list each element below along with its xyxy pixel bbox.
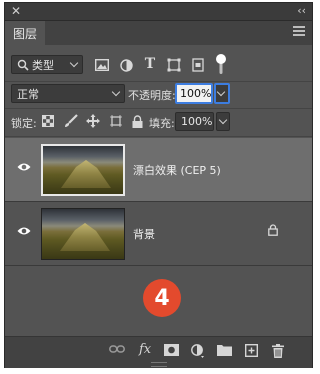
layer-thumbnail	[41, 208, 125, 260]
layer-thumbnail	[41, 144, 125, 196]
lock-position-icon[interactable]	[85, 113, 101, 129]
mask-icon[interactable]	[164, 344, 179, 356]
chevron-down-icon	[216, 87, 226, 97]
filter-type-icon[interactable]: T	[142, 56, 158, 72]
lock-label: 锁定:	[11, 117, 37, 130]
search-icon	[17, 59, 29, 71]
new-layer-icon[interactable]	[245, 344, 258, 357]
panel-menu-icon[interactable]	[293, 26, 305, 38]
step-number-badge: 4	[143, 279, 181, 317]
visibility-eye-icon[interactable]	[17, 226, 31, 239]
tab-layers[interactable]: 图层	[5, 21, 45, 45]
folder-icon[interactable]	[217, 344, 232, 356]
layer-row-selected[interactable]: 漂白效果 (CEP 5)	[5, 138, 312, 202]
filter-kind-select[interactable]: 类型	[11, 55, 83, 74]
lock-image-pixels-icon[interactable]	[63, 113, 79, 129]
layer-name[interactable]: 背景	[133, 226, 155, 242]
panel-titlebar: ✕ ‹‹	[5, 3, 312, 21]
layers-bottom-toolbar: fx	[5, 336, 312, 368]
opacity-label: 不透明度:	[128, 89, 176, 102]
filter-smart-object-icon[interactable]	[190, 57, 206, 73]
panel-tabbar: 图层	[5, 21, 312, 45]
fill-dropdown[interactable]	[216, 112, 230, 131]
filter-adjustment-icon[interactable]	[118, 57, 134, 73]
trash-icon[interactable]	[272, 344, 284, 358]
chevron-down-icon	[111, 87, 121, 97]
chevron-down-icon	[218, 115, 228, 125]
resize-grip[interactable]	[151, 362, 167, 367]
filter-pixel-icon[interactable]	[94, 57, 110, 73]
blend-mode-value: 正常	[17, 87, 39, 101]
chevron-down-icon	[69, 58, 79, 68]
collapse-icon[interactable]: ‹‹	[297, 4, 306, 17]
adjustment-icon[interactable]	[191, 344, 205, 358]
opacity-dropdown[interactable]	[214, 83, 230, 104]
opacity-input[interactable]: 100%	[175, 83, 213, 104]
lock-transparent-pixels-icon[interactable]	[41, 114, 55, 128]
close-icon[interactable]: ✕	[11, 4, 21, 18]
layer-row[interactable]: 背景	[5, 202, 312, 266]
fill-label: 填充:	[149, 117, 175, 130]
layer-lock-icon[interactable]	[268, 224, 278, 239]
link-icon[interactable]	[109, 344, 125, 354]
lock-artboard-icon[interactable]	[108, 113, 124, 129]
lock-all-icon[interactable]	[130, 113, 144, 129]
layer-name[interactable]: 漂白效果 (CEP 5)	[133, 162, 221, 178]
filter-kind-label: 类型	[32, 58, 54, 72]
visibility-eye-icon[interactable]	[17, 162, 31, 175]
filter-toggle-icon[interactable]	[214, 53, 228, 75]
filter-shape-icon[interactable]	[166, 57, 182, 73]
layers-panel: ✕ ‹‹ 图层 类型 T 正常 不透明度: 100% 锁定: 填充: 100% …	[4, 2, 313, 368]
fx-icon[interactable]: fx	[139, 342, 151, 357]
fill-input[interactable]: 100%	[175, 112, 214, 131]
blend-mode-select[interactable]: 正常	[11, 84, 125, 103]
